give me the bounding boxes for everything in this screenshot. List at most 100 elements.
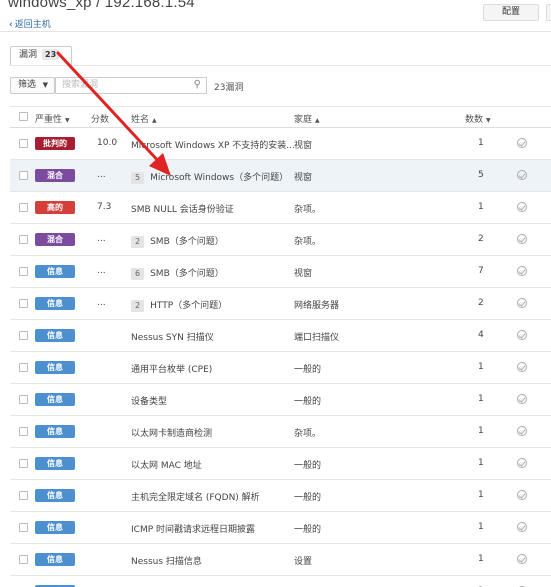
vulnerability-name[interactable]: 5 Microsoft Windows（多个问题）	[131, 170, 288, 184]
table-row[interactable]: 批判的 10.0 Microsoft Windows XP 不支持的安装... 视窗 1	[10, 128, 551, 160]
count: 1	[478, 490, 484, 500]
row-checkbox[interactable]	[19, 171, 28, 180]
check-circle-icon[interactable]	[517, 362, 527, 372]
check-circle-icon[interactable]	[517, 234, 527, 244]
count: 2	[478, 234, 484, 244]
name-text: 以太网卡制造商检测	[131, 429, 213, 439]
check-circle-icon[interactable]	[517, 138, 527, 148]
severity-badge: 信息	[35, 521, 75, 534]
family: 视窗	[294, 173, 313, 183]
filter-button[interactable]: 筛选 ▼	[10, 77, 55, 94]
select-all-checkbox[interactable]	[19, 112, 28, 121]
col-score[interactable]: 分数	[91, 112, 109, 125]
row-checkbox[interactable]	[19, 363, 28, 372]
search-icon: ⚲	[193, 79, 201, 90]
vulnerability-name[interactable]: 设备类型	[131, 394, 167, 407]
severity-badge: 信息	[35, 457, 75, 470]
check-circle-icon[interactable]	[517, 458, 527, 468]
severity-badge: 混合	[35, 169, 75, 182]
vulnerability-name[interactable]: 以太网卡制造商检测	[131, 426, 212, 439]
row-checkbox[interactable]	[19, 459, 28, 468]
col-count[interactable]: 数数 ▼	[465, 112, 491, 125]
col-name[interactable]: 姓名 ▲	[131, 112, 157, 125]
table-row[interactable]: 信息 设备类型 一般的 1	[10, 384, 551, 416]
row-checkbox[interactable]	[19, 267, 28, 276]
severity-badge: 批判的	[35, 137, 75, 150]
vulnerability-name[interactable]: 6 SMB（多个问题）	[131, 266, 224, 280]
row-checkbox[interactable]	[19, 491, 28, 500]
sort-icon: ▲	[315, 117, 320, 124]
vulnerability-name[interactable]: Nessus SYN 扫描仪	[131, 330, 214, 343]
row-checkbox[interactable]	[19, 395, 28, 404]
vulnerability-name[interactable]: 以太网 MAC 地址	[131, 458, 202, 471]
vulnerability-name[interactable]: 通用平台枚举 (CPE)	[131, 362, 212, 375]
vulnerability-name[interactable]: Microsoft Windows XP 不支持的安装...	[131, 138, 295, 151]
vulnerability-name[interactable]: 2 HTTP（多个问题）	[131, 298, 227, 312]
caret-down-icon: ▼	[42, 81, 48, 89]
row-checkbox[interactable]	[19, 331, 28, 340]
count: 1	[478, 394, 484, 404]
table-row[interactable]: 信息 Nessus 扫描信息 设置 1	[10, 544, 551, 576]
score: ...	[97, 170, 106, 180]
family: 杂项。	[294, 205, 322, 215]
tab-count-badge: 23	[42, 49, 60, 60]
check-circle-icon[interactable]	[517, 202, 527, 212]
col-severity[interactable]: 严重性 ▼	[35, 112, 70, 125]
tab-vulnerabilities[interactable]: 漏洞 23	[10, 46, 72, 65]
name-text: SMB（多个问题）	[150, 237, 224, 247]
name-text: Nessus SYN 扫描仪	[131, 333, 214, 343]
check-circle-icon[interactable]	[517, 426, 527, 436]
table-row[interactable]: 信息 主机完全限定域名 (FQDN) 解析 一般的 1	[10, 480, 551, 512]
family: 一般的	[294, 461, 322, 471]
check-circle-icon[interactable]	[517, 170, 527, 180]
table-row[interactable]: 混合... 2 SMB（多个问题） 杂项。 2	[10, 224, 551, 256]
severity-badge: 混合	[35, 233, 75, 246]
configure-button[interactable]: 配置	[483, 4, 539, 21]
check-circle-icon[interactable]	[517, 298, 527, 308]
report-button[interactable]: 报	[546, 4, 551, 21]
row-checkbox[interactable]	[19, 427, 28, 436]
check-circle-icon[interactable]	[517, 394, 527, 404]
page-title: windows_xp / 192.168.1.54	[8, 0, 195, 11]
score: 10.0	[97, 138, 118, 148]
severity-badge: 信息	[35, 361, 75, 374]
vulnerability-name[interactable]: 2 SMB（多个问题）	[131, 234, 224, 248]
check-circle-icon[interactable]	[517, 522, 527, 532]
row-checkbox[interactable]	[19, 235, 28, 244]
row-checkbox[interactable]	[19, 555, 28, 564]
check-circle-icon[interactable]	[517, 266, 527, 276]
table-row[interactable]: 信息未使用管理员权限执行 Nessus Wind...设置1	[10, 576, 551, 587]
check-circle-icon[interactable]	[517, 554, 527, 564]
table-row[interactable]: 高的 7.3 SMB NULL 会话身份验证 杂项。 1	[10, 192, 551, 224]
row-checkbox[interactable]	[19, 203, 28, 212]
table-row[interactable]: 信息... 2 HTTP（多个问题） 网络服务器 2	[10, 288, 551, 320]
table-row[interactable]: 信息 通用平台枚举 (CPE) 一般的 1	[10, 352, 551, 384]
table-row[interactable]: 信息 以太网卡制造商检测 杂项。 1	[10, 416, 551, 448]
table-row[interactable]: 信息 ICMP 时间戳请求远程日期披露 一般的 1	[10, 512, 551, 544]
vulnerability-name[interactable]: ICMP 时间戳请求远程日期披露	[131, 522, 255, 535]
vulnerability-name[interactable]: 主机完全限定域名 (FQDN) 解析	[131, 490, 260, 503]
col-family[interactable]: 家庭 ▲	[294, 112, 320, 125]
vulnerability-table: 批判的 10.0 Microsoft Windows XP 不支持的安装... 视窗 1…	[10, 128, 551, 587]
table-row[interactable]: 信息 以太网 MAC 地址 一般的 1	[10, 448, 551, 480]
row-checkbox[interactable]	[19, 139, 28, 148]
severity-badge: 信息	[35, 425, 75, 438]
name-text: Microsoft Windows XP 不支持的安装...	[131, 141, 295, 151]
table-row[interactable]: 混合... 5 Microsoft Windows（多个问题） 视窗 5	[10, 160, 551, 192]
check-circle-icon[interactable]	[517, 490, 527, 500]
vulnerability-name[interactable]: Nessus 扫描信息	[131, 554, 202, 567]
table-row[interactable]: 信息... 6 SMB（多个问题） 视窗 7	[10, 256, 551, 288]
back-to-hosts-link[interactable]: ‹ 返回主机	[9, 17, 51, 30]
check-circle-icon[interactable]	[517, 330, 527, 340]
chevron-left-icon: ‹	[9, 20, 13, 30]
row-checkbox[interactable]	[19, 299, 28, 308]
search-input[interactable]: 搜索漏洞 ⚲	[55, 77, 207, 94]
count: 1	[478, 362, 484, 372]
count: 1	[478, 458, 484, 468]
family: 一般的	[294, 365, 322, 375]
row-checkbox[interactable]	[19, 523, 28, 532]
family: 视窗	[294, 269, 313, 279]
name-text: SMB NULL 会话身份验证	[131, 205, 234, 215]
table-row[interactable]: 信息 Nessus SYN 扫描仪 端口扫描仪 4	[10, 320, 551, 352]
vulnerability-name[interactable]: SMB NULL 会话身份验证	[131, 202, 234, 215]
